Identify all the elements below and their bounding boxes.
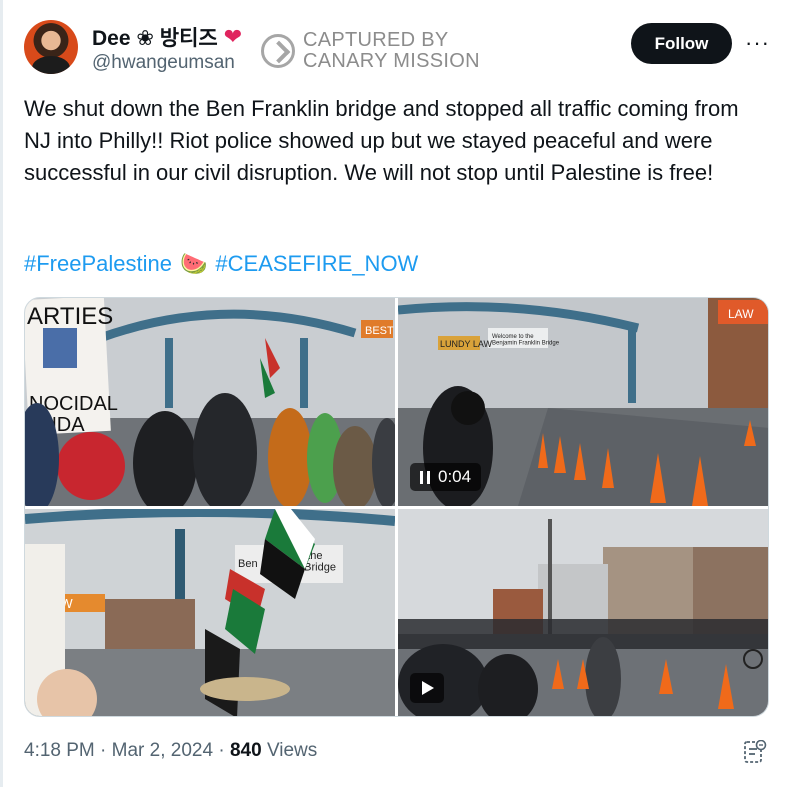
tweet-card: Dee ❀ 방티즈 ❤ @hwangeumsan CAPTURED BY CAN… bbox=[0, 0, 800, 787]
media-video-1[interactable]: Welcome to the Benjamin Franklin Bridge L… bbox=[398, 298, 768, 506]
hashtag-ceasefire-now[interactable]: #CEASEFIRE_NOW bbox=[215, 251, 418, 277]
media-video-2[interactable] bbox=[398, 509, 768, 716]
avatar[interactable] bbox=[24, 20, 78, 74]
tweet-date[interactable]: Mar 2, 2024 bbox=[112, 740, 213, 761]
analytics-icon-glyph bbox=[744, 739, 767, 763]
billboard-text: LUNDY LAW bbox=[440, 339, 493, 349]
media-grid: BEST ARTIES NOCIDAL ENDA Welcome to the … bbox=[24, 297, 769, 717]
video-duration: 0:04 bbox=[410, 463, 482, 491]
meta-separator: · bbox=[218, 740, 230, 761]
display-name[interactable]: Dee ❀ 방티즈 ❤ bbox=[92, 22, 242, 52]
avatar-shoulders bbox=[32, 56, 70, 74]
canary-logo-icon bbox=[261, 34, 295, 68]
media-photo-2[interactable]: to then Bridge Ben LAW bbox=[25, 509, 395, 716]
views-label: Views bbox=[266, 740, 318, 761]
play-icon[interactable] bbox=[410, 673, 444, 703]
pause-icon[interactable] bbox=[420, 470, 430, 484]
watermark: CAPTURED BY CANARY MISSION bbox=[261, 30, 480, 72]
more-options-icon[interactable]: ··· bbox=[745, 30, 770, 56]
heart-icon: ❤ bbox=[223, 24, 243, 49]
bridge-sign-left-text: Ben bbox=[238, 558, 258, 570]
tweet-time[interactable]: 4:18 PM bbox=[24, 740, 95, 761]
display-name-text: Dee ❀ 방티즈 bbox=[92, 27, 218, 50]
views-count: 840 bbox=[229, 740, 262, 761]
watermelon-icon: 🍉 bbox=[179, 251, 208, 276]
follow-button[interactable]: Follow bbox=[631, 23, 732, 64]
user-handle[interactable]: @hwangeumsan bbox=[92, 52, 235, 74]
media-photo-1[interactable]: BEST ARTIES NOCIDAL ENDA bbox=[25, 298, 395, 506]
thread-divider bbox=[0, 0, 3, 787]
meta-separator: · bbox=[100, 740, 112, 761]
post-analytics-icon[interactable] bbox=[743, 739, 767, 764]
hashtags: #FreePalestine 🍉 #CEASEFIRE_NOW bbox=[24, 251, 418, 277]
banner-text: BEST bbox=[365, 325, 394, 337]
watermark-text: CAPTURED BY CANARY MISSION bbox=[303, 30, 480, 72]
flags-bridge-photo: to then Bridge Ben LAW bbox=[25, 509, 395, 716]
video-time-text: 0:04 bbox=[438, 467, 472, 486]
watermark-line1: CAPTURED BY bbox=[303, 29, 449, 51]
watermark-line2: CANARY MISSION bbox=[303, 50, 480, 72]
protest-crowd-photo: BEST ARTIES NOCIDAL ENDA bbox=[25, 298, 395, 506]
sign-top-text: ARTIES bbox=[27, 303, 113, 330]
tweet-text: We shut down the Ben Franklin bridge and… bbox=[24, 96, 739, 185]
billboard-right-text: LAW bbox=[728, 307, 754, 321]
hashtag-freepalestine[interactable]: #FreePalestine bbox=[24, 251, 172, 277]
police-street-thumbnail bbox=[398, 509, 768, 716]
tweet-metadata: 4:18 PM · Mar 2, 2024 · 840 Views bbox=[24, 740, 317, 762]
